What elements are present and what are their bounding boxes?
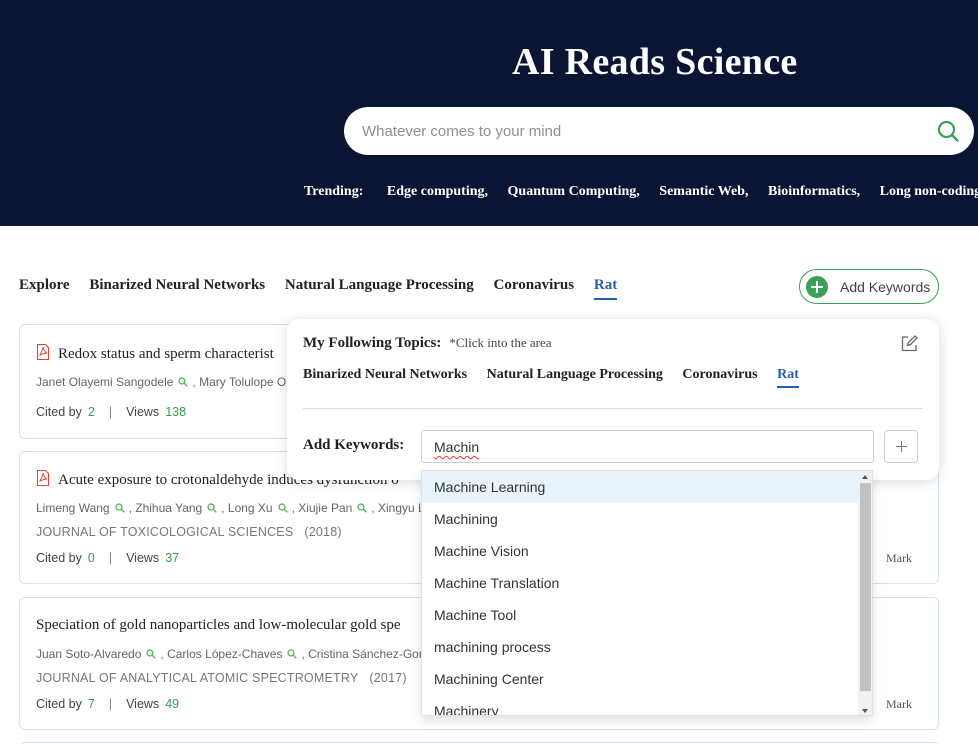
paper-title[interactable]: Speciation of gold nanoparticles and low… — [36, 617, 400, 634]
paper-stats: Cited by 2 | Views 138 — [36, 405, 187, 419]
trending-label: Trending: — [304, 184, 364, 199]
publication-year: (2018) — [304, 525, 342, 539]
suggestion-item[interactable]: Machinery — [422, 695, 858, 715]
views-count: 138 — [165, 405, 187, 419]
site-title: AI Reads Science — [512, 41, 798, 83]
cited-count[interactable]: 7 — [88, 697, 95, 711]
suggestion-item[interactable]: machining process — [422, 631, 858, 663]
following-topics-popup: My Following Topics: *Click into the area… — [287, 319, 939, 480]
author-name[interactable]: Juan Soto-Alvaredo — [36, 647, 141, 661]
followed-topics: Binarized Neural Networks Natural Langua… — [303, 367, 815, 388]
trending-item[interactable]: Bioinformatics, — [768, 184, 860, 199]
popup-hint: *Click into the area — [449, 335, 552, 350]
plus-circle-icon — [806, 276, 828, 298]
mark-button[interactable]: Mark — [886, 551, 912, 566]
suggestion-item[interactable]: Machine Vision — [422, 535, 858, 567]
author-name[interactable]: Limeng Wang — [36, 501, 110, 515]
journal-line: JOURNAL OF TOXICOLOGICAL SCIENCES (2018) — [36, 525, 342, 539]
suggestion-item[interactable]: Machine Learning — [422, 471, 858, 503]
popup-header: My Following Topics: *Click into the area — [303, 334, 552, 352]
author-name[interactable]: Janet Olayemi Sangodele — [36, 375, 173, 389]
cited-label: Cited by — [36, 551, 82, 565]
paper-stats: Cited by 7 | Views 49 — [36, 697, 180, 711]
author-list: Juan Soto-Alvaredo, Carlos López-Chaves,… — [36, 647, 432, 661]
search-icon[interactable] — [287, 649, 298, 659]
followed-topic-binarized-neural-networks[interactable]: Binarized Neural Networks — [303, 367, 467, 388]
author-name[interactable]: Cristina Sánchez-Gonz — [308, 647, 431, 661]
trending-item[interactable]: Edge computing, — [387, 184, 488, 199]
tab-coronavirus[interactable]: Coronavirus — [494, 277, 575, 300]
tab-explore[interactable]: Explore — [19, 277, 70, 300]
journal-line: JOURNAL OF ANALYTICAL ATOMIC SPECTROMETR… — [36, 671, 407, 685]
add-keyword-plus-button[interactable] — [884, 430, 918, 463]
scroll-up-arrow-icon[interactable] — [862, 475, 868, 479]
cited-count[interactable]: 0 — [88, 551, 95, 565]
search-icon[interactable] — [114, 503, 125, 513]
tab-natural-language-processing[interactable]: Natural Language Processing — [285, 277, 474, 300]
mark-button[interactable]: Mark — [886, 697, 912, 712]
scrollbar-thumb[interactable] — [860, 483, 871, 691]
topic-tabs: Explore Binarized Neural Networks Natura… — [19, 277, 633, 300]
dropdown-scrollbar[interactable] — [858, 471, 872, 715]
tab-rat[interactable]: Rat — [593, 277, 618, 300]
keyword-input-value: Machin — [434, 439, 480, 455]
journal-name[interactable]: JOURNAL OF ANALYTICAL ATOMIC SPECTROMETR… — [36, 671, 358, 685]
tab-binarized-neural-networks[interactable]: Binarized Neural Networks — [89, 277, 265, 300]
suggestion-item[interactable]: Machine Translation — [422, 567, 858, 599]
search-icon[interactable] — [178, 377, 189, 387]
author-name[interactable]: Mary Tolulope Ol — [199, 375, 289, 389]
add-keywords-field-label: Add Keywords: — [303, 437, 405, 453]
search-icon[interactable] — [357, 503, 368, 513]
suggestion-item[interactable]: Machining Center — [422, 663, 858, 695]
keyword-input[interactable]: Machin — [421, 430, 874, 463]
suggestion-item[interactable]: Machining — [422, 503, 858, 535]
cited-count[interactable]: 2 — [88, 405, 95, 419]
search-icon[interactable] — [936, 119, 960, 143]
cited-label: Cited by — [36, 697, 82, 711]
scroll-down-arrow-icon[interactable] — [862, 709, 868, 713]
author-name[interactable]: Carlos López-Chaves — [167, 647, 282, 661]
pdf-icon[interactable] — [36, 470, 50, 486]
followed-topic-rat[interactable]: Rat — [777, 367, 799, 388]
hero-header: AI Reads Science Trending: Edge computin… — [0, 0, 978, 226]
author-name[interactable]: Xiujie Pan — [298, 501, 352, 515]
search-icon[interactable] — [146, 649, 157, 659]
trending-item[interactable]: Semantic Web, — [659, 184, 748, 199]
edit-icon[interactable] — [899, 334, 919, 354]
suggestion-item[interactable]: Machine Tool — [422, 599, 858, 631]
author-list: Janet Olayemi Sangodele, Mary Tolulope O… — [36, 375, 289, 389]
search-icon[interactable] — [207, 503, 217, 513]
search-input[interactable] — [362, 119, 922, 143]
journal-name[interactable]: JOURNAL OF TOXICOLOGICAL SCIENCES — [36, 525, 293, 539]
author-name[interactable]: Zhihua Yang — [135, 501, 202, 515]
paper-title-text: Redox status and sperm characterist — [58, 346, 274, 362]
views-label: Views — [126, 551, 160, 565]
author-name[interactable]: Long Xu — [228, 501, 273, 515]
publication-year: (2017) — [369, 671, 407, 685]
search-box[interactable] — [344, 107, 974, 155]
trending-bar: Trending: Edge computing, Quantum Comput… — [304, 184, 978, 200]
trending-item[interactable]: Long non-coding — [880, 184, 978, 199]
popup-title: My Following Topics: — [303, 335, 442, 351]
pdf-icon[interactable] — [36, 344, 50, 360]
trending-item[interactable]: Quantum Computing, — [508, 184, 640, 199]
author-name[interactable]: Xingyu Li — [378, 501, 427, 515]
views-count: 49 — [165, 697, 180, 711]
followed-topic-coronavirus[interactable]: Coronavirus — [682, 367, 757, 388]
followed-topic-natural-language-processing[interactable]: Natural Language Processing — [487, 367, 663, 388]
search-icon[interactable] — [278, 503, 288, 513]
views-label: Views — [126, 697, 160, 711]
paper-stats: Cited by 0 | Views 37 — [36, 551, 180, 565]
cited-label: Cited by — [36, 405, 82, 419]
paper-title[interactable]: Redox status and sperm characterist — [36, 344, 274, 363]
divider — [303, 408, 923, 409]
keyword-suggestions-dropdown: Machine Learning Machining Machine Visio… — [421, 470, 873, 716]
add-keywords-label: Add Keywords — [840, 279, 931, 295]
add-keywords-button[interactable]: Add Keywords — [799, 269, 939, 304]
views-count: 37 — [165, 551, 180, 565]
views-label: Views — [126, 405, 160, 419]
author-list: Limeng Wang, Zhihua Yang, Long Xu, Xiuji… — [36, 501, 428, 515]
